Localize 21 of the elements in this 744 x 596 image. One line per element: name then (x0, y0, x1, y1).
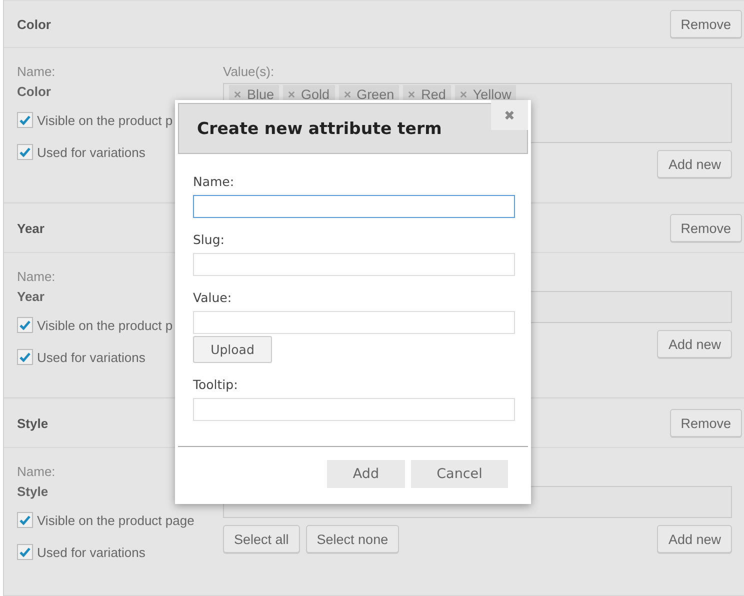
checkbox-label: Visible on the product page (37, 512, 194, 528)
checkbox-label: Used for variations (37, 350, 146, 364)
field-label: Value: (193, 290, 233, 305)
attribute-name: Style (17, 484, 48, 499)
attribute-name: Color (17, 84, 51, 99)
field-label: Slug: (193, 232, 226, 247)
field-label: Name: (193, 174, 236, 189)
name-label: Name: (17, 269, 56, 284)
checkbox-label: Used for variations (37, 144, 146, 160)
attribute-title: Style (17, 416, 48, 430)
attribute-name: Year (17, 289, 44, 304)
checkbox-label: Used for variations (37, 544, 146, 560)
checkbox-label: Visible on the product p (37, 112, 173, 128)
checkbox-label: Visible on the product p (37, 318, 173, 332)
attribute-title: Year (17, 220, 44, 236)
name-label: Name: (17, 64, 56, 79)
attribute-title: Color (17, 16, 51, 32)
values-label: Value(s): (223, 64, 276, 79)
name-label: Name: (17, 464, 56, 479)
dialog-title: Create new attribute term (197, 119, 442, 138)
field-label: Tooltip: (193, 377, 239, 392)
